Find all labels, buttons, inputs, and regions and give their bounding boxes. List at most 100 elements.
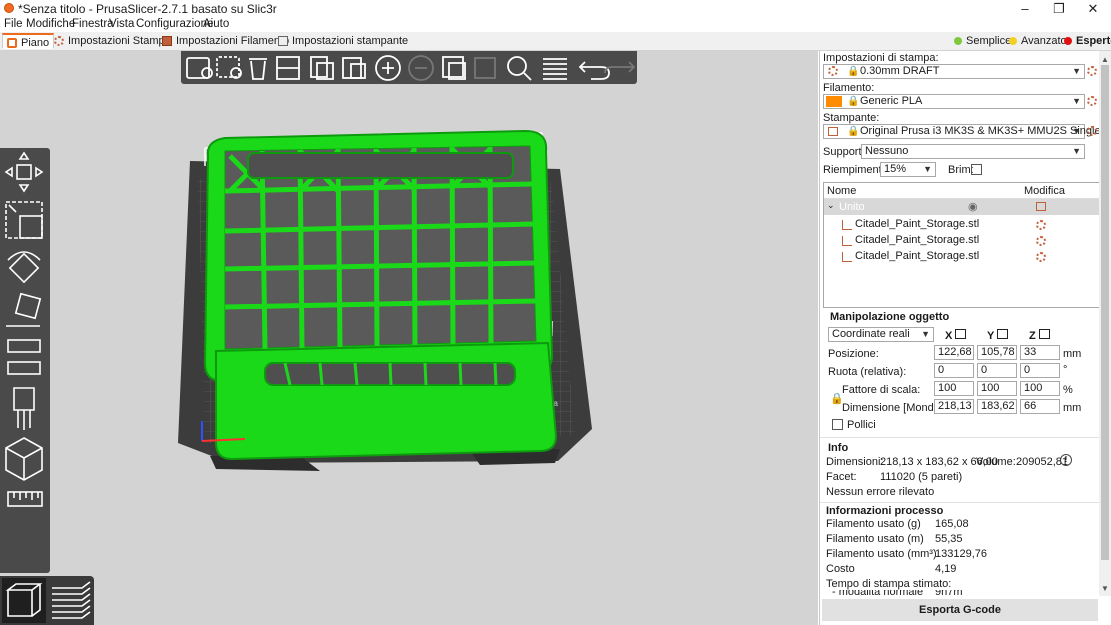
chevron-down-icon: ▼ [1072, 146, 1081, 156]
filament-color-swatch[interactable] [826, 96, 842, 107]
printer-select[interactable]: 🔒 Original Prusa i3 MK3S & MK3S+ MMU2S S… [823, 124, 1101, 139]
model-crate[interactable] [203, 129, 558, 461]
preview-layers-icon[interactable] [52, 581, 91, 619]
size-label: Dimensione [Mondo]: [842, 402, 946, 414]
add-icon[interactable] [186, 57, 213, 79]
inches-label: Pollici [847, 419, 876, 431]
tab-impostazioni-stampante[interactable]: Impostazioni stampante [274, 33, 412, 49]
drop-to-bed-icon[interactable] [997, 329, 1009, 339]
coords-select[interactable]: Coordinate reali ▼ [828, 327, 934, 342]
mode-esperto[interactable]: Esperto [1062, 33, 1111, 49]
search-icon[interactable] [507, 56, 532, 81]
menu-file[interactable]: File [4, 18, 23, 30]
rotate-y-input[interactable]: 0 [977, 363, 1017, 378]
print-settings-select[interactable]: 🔒 0.30mm DRAFT ▼ [823, 64, 1085, 79]
supports-value: Nessuno [865, 145, 909, 157]
infill-select[interactable]: 15% ▼ [880, 162, 936, 177]
layers-editing-icon[interactable] [543, 58, 567, 80]
menu-modifiche[interactable]: Modifiche [26, 18, 75, 30]
menu-aiuto[interactable]: Aiuto [203, 18, 229, 30]
list-item-label: Citadel_Paint_Storage.stl [855, 250, 980, 262]
rotate-icon[interactable] [7, 251, 41, 284]
measure-icon[interactable] [7, 491, 43, 507]
scale-icon[interactable] [5, 201, 43, 239]
split-objects-icon[interactable] [442, 56, 466, 80]
brim-checkbox[interactable] [971, 164, 982, 175]
list-item-group[interactable]: ⌄ Unito ◉ [824, 199, 1099, 215]
menu-configurazione[interactable]: Configurazione [136, 18, 213, 30]
list-item[interactable]: Citadel_Paint_Storage.stl [842, 233, 1092, 249]
scale-label: Fattore di scala: [842, 384, 921, 396]
maximize-button[interactable]: ❐ [1042, 0, 1076, 17]
export-gcode-button[interactable]: Esporta G-code [822, 599, 1098, 621]
position-z-input[interactable]: 33 [1020, 345, 1060, 360]
printer-value: Original Prusa i3 MK3S & MK3S+ MMU2S Sin… [860, 125, 1101, 137]
delete-all-icon[interactable] [249, 58, 267, 80]
tab-impostazioni-filamento[interactable]: Impostazioni Filamento [158, 33, 293, 49]
measure-volume-icon[interactable] [5, 437, 43, 481]
cog-icon[interactable] [1036, 220, 1046, 230]
delete-icon[interactable] [216, 56, 242, 79]
eye-icon[interactable]: ◉ [968, 200, 978, 213]
process-title: Informazioni processo [826, 505, 944, 517]
info-icon[interactable]: ! [1060, 454, 1072, 466]
rotate-x-input[interactable]: 0 [934, 363, 974, 378]
size-x-input[interactable]: 218,13 [934, 399, 974, 414]
paint-supports-icon[interactable] [13, 387, 35, 430]
3d-viewport[interactable]: usa [0, 51, 818, 625]
position-unit: mm [1063, 348, 1082, 360]
toolbar-icons [186, 55, 636, 81]
chevron-down-icon[interactable]: ⌄ [827, 200, 835, 211]
drop-to-bed-icon[interactable] [1038, 329, 1050, 339]
move-icon[interactable] [4, 151, 44, 193]
scroll-thumb[interactable] [1101, 65, 1109, 560]
menu-vista[interactable]: Vista [109, 18, 134, 30]
supports-select[interactable]: Nessuno ▼ [861, 144, 1085, 159]
edit-preset-icon[interactable] [1087, 96, 1097, 106]
list-item[interactable]: Citadel_Paint_Storage.stl [842, 217, 1092, 233]
rotate-z-input[interactable]: 0 [1020, 363, 1060, 378]
scale-x-input[interactable]: 100 [934, 381, 974, 396]
position-label: Posizione: [828, 348, 879, 360]
position-y-input[interactable]: 105,78 [977, 345, 1017, 360]
menu-finestra[interactable]: Finestra [72, 18, 114, 30]
edit-preset-icon[interactable] [1087, 126, 1097, 136]
place-on-face-icon[interactable] [6, 292, 42, 327]
add-instance-icon[interactable] [375, 55, 401, 81]
inches-checkbox[interactable] [832, 419, 843, 430]
size-z-input[interactable]: 66 [1020, 399, 1060, 414]
drop-to-bed-icon[interactable] [955, 329, 967, 339]
scroll-up-icon[interactable]: ▲ [1101, 55, 1109, 64]
scale-z-input[interactable]: 100 [1020, 381, 1060, 396]
minimize-button[interactable]: – [1008, 0, 1042, 17]
scroll-down-icon[interactable]: ▼ [1101, 584, 1109, 593]
mode-avanzato[interactable]: Avanzato [1007, 33, 1067, 49]
lock-icon: 🔒 [847, 66, 860, 77]
list-item[interactable]: Citadel_Paint_Storage.stl [842, 249, 1092, 265]
spool-icon [162, 36, 172, 46]
mode-semplice[interactable]: Semplice [952, 33, 1011, 49]
tab-impostazioni-stampa[interactable]: Impostazioni Stampa [50, 33, 175, 49]
copy-icon[interactable] [310, 56, 334, 80]
cog-icon[interactable] [1036, 236, 1046, 246]
cut-icon[interactable] [7, 339, 41, 375]
mode-dot-icon [954, 37, 962, 45]
position-x-input[interactable]: 122,68 [934, 345, 974, 360]
tab-piano[interactable]: Piano [2, 33, 55, 49]
manip-title: Manipolazione oggetto [830, 311, 950, 323]
filament-select[interactable]: 🔒 Generic PLA ▼ [823, 94, 1085, 109]
paste-icon[interactable] [342, 57, 366, 79]
cog-icon[interactable] [1036, 252, 1046, 262]
prusaslicer-app-icon [4, 3, 14, 13]
printer-icon [828, 127, 838, 136]
part-icon [842, 252, 852, 262]
view-switch [0, 576, 94, 625]
size-y-input[interactable]: 183,62 [977, 399, 1017, 414]
close-button[interactable]: ✕ [1076, 0, 1110, 17]
edit-preset-icon[interactable] [1087, 66, 1097, 76]
arrange-icon[interactable] [276, 56, 300, 80]
edit-icon[interactable] [1036, 202, 1046, 211]
object-list[interactable]: Nome Modifica ⌄ Unito ◉ Citadel_Paint_St… [823, 182, 1100, 308]
panel-scrollbar[interactable]: ▲ ▼ [1099, 51, 1111, 596]
scale-y-input[interactable]: 100 [977, 381, 1017, 396]
